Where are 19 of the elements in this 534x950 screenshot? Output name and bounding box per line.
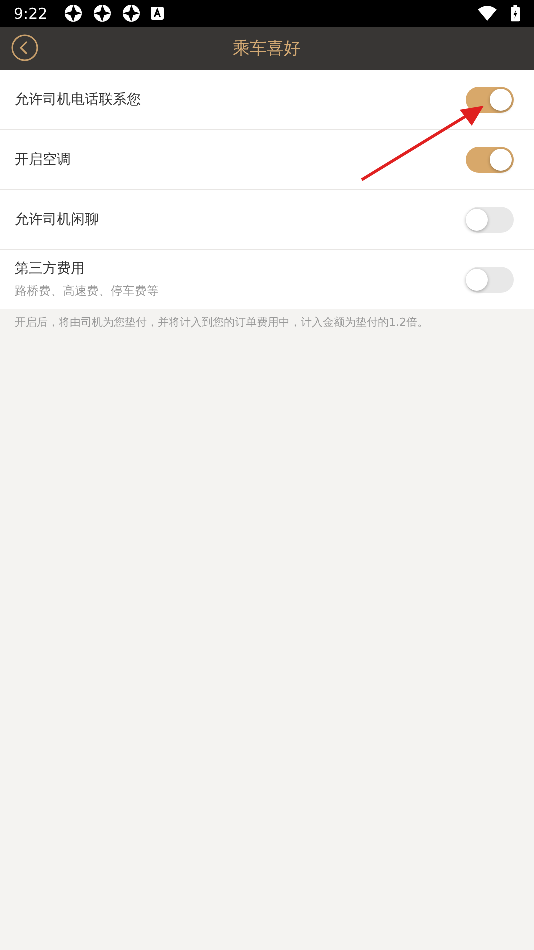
toggle-switch[interactable] — [466, 146, 514, 172]
aperture-icon — [64, 4, 83, 23]
note-text: 开启后，将由司机为您垫付，并将计入到您的订单费用中，计入金额为垫付的1.2倍。 — [14, 315, 430, 331]
toggle-switch[interactable] — [466, 86, 514, 112]
wifi-icon — [478, 6, 497, 21]
setting-label: 允许司机电话联系您 — [15, 90, 142, 108]
aperture-icon — [92, 4, 112, 23]
setting-label: 开启空调 — [15, 150, 72, 168]
toggle-switch[interactable] — [466, 266, 514, 292]
aperture-icon — [122, 4, 141, 23]
status-time: 9:22 — [14, 4, 48, 22]
page-title: 乘车喜好 — [233, 38, 301, 60]
font-icon — [150, 7, 164, 20]
setting-subtitle: 路桥费、高速费、停车费等 — [15, 282, 160, 300]
setting-label: 第三方费用 — [15, 260, 86, 278]
back-button[interactable] — [11, 34, 39, 62]
setting-label: 允许司机闲聊 — [15, 210, 100, 228]
toggle-switch[interactable] — [466, 206, 514, 232]
battery-icon — [511, 5, 520, 22]
